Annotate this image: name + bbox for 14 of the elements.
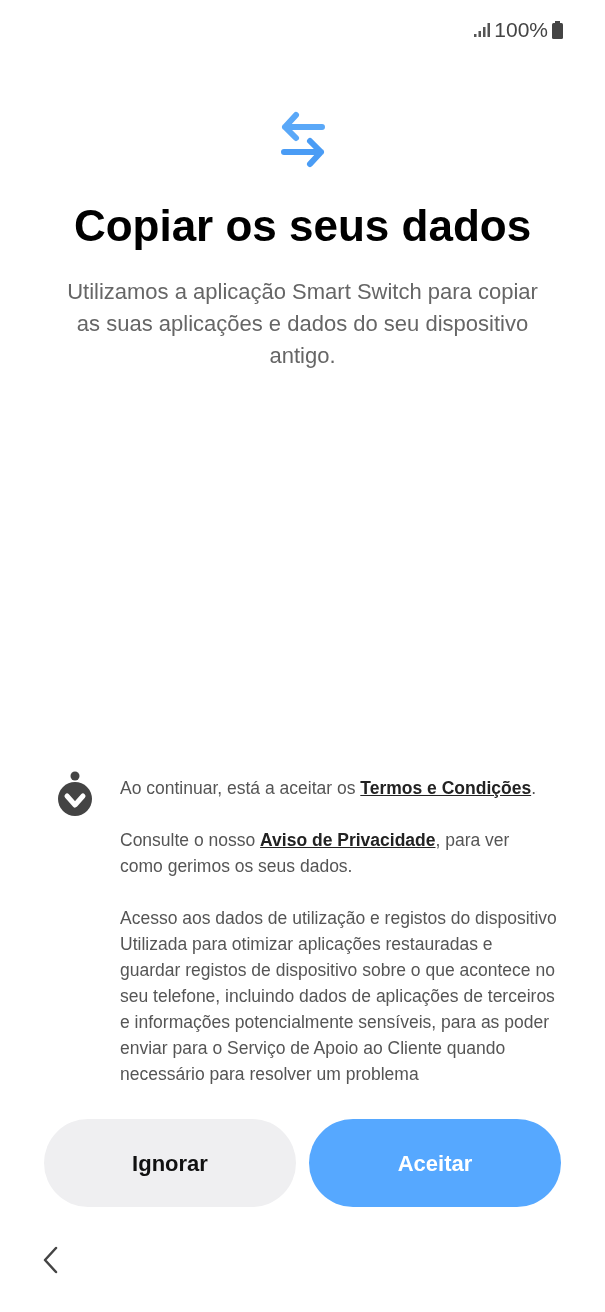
battery-icon <box>552 21 563 39</box>
signal-icon <box>474 23 491 37</box>
battery-percentage: 100% <box>494 17 548 44</box>
page-subtitle: Utilizamos a aplicação Smart Switch para copiar as suas aplicações e dados do seu dispositivo antigo. <box>66 278 539 370</box>
usage-description: Utilizada para otimizar aplicações restauradas e guardar registos de dispositivo sobre o que acontece no seu telefone, incluindo dados de aplicações de terceiros e informações potencialmente sensíveis, para as poder enviar para o Serviço de Apoio ao Cliente quando necessário para resolver um problema <box>120 933 556 1086</box>
usage-heading: Acesso aos dados de utilização e registos do dispositivo <box>120 907 557 930</box>
privacy-link[interactable]: Aviso de Privacidade <box>260 830 436 850</box>
notice-text: Ao continuar, está a aceitar os Termos e Condições. <box>120 777 537 800</box>
page-title: Copiar os seus dados <box>72 200 533 252</box>
skip-button[interactable]: Ignorar <box>44 1119 296 1207</box>
transfer-arrows-icon <box>278 110 327 170</box>
notice-text: Consulte o nosso Aviso de Privacidade, para ver como gerimos os seus dados. <box>120 829 511 878</box>
person-check-icon <box>56 771 94 817</box>
terms-link[interactable]: Termos e Condições <box>360 778 532 798</box>
